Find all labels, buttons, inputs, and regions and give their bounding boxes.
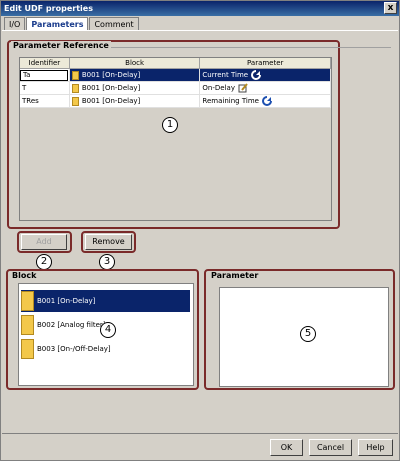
tab-io[interactable]: I/O [4, 17, 26, 30]
column-header[interactable]: Parameter [200, 58, 331, 68]
close-button[interactable]: x [384, 2, 397, 14]
identifier-input[interactable]: Ta [20, 69, 68, 81]
parameter-cell[interactable]: Remaining Time [200, 95, 331, 107]
callout-5: 5 [300, 326, 316, 342]
table-row[interactable]: Ta B001 [On-Delay] Current Time [20, 69, 331, 82]
list-item-label: B002 [Analog filter] [37, 321, 106, 329]
parameter-cell[interactable]: On-Delay [200, 82, 331, 94]
param-ref-label: Parameter Reference [11, 41, 111, 50]
table-header: Identifier Block Parameter [20, 58, 331, 69]
on-delay-block-icon [21, 291, 34, 311]
identifier-cell[interactable]: T [20, 82, 70, 94]
block-cell[interactable]: B001 [On-Delay] [69, 69, 201, 81]
footer-divider [2, 433, 398, 434]
block-icon [71, 70, 79, 80]
cancel-button[interactable]: Cancel [309, 439, 352, 456]
callout-3: 3 [99, 254, 115, 270]
list-item-label: B003 [On-/Off-Delay] [37, 345, 111, 353]
list-item[interactable]: B001 [On-Delay] [21, 290, 190, 312]
block-cell[interactable]: B001 [On-Delay] [70, 82, 201, 94]
parameter-text: Current Time [202, 71, 249, 79]
window-title: Edit UDF properties [4, 4, 93, 13]
parameter-group-label: Parameter [209, 271, 261, 280]
help-button[interactable]: Help [358, 439, 393, 456]
list-item-label: B001 [On-Delay] [37, 297, 96, 305]
callout-4: 4 [100, 322, 116, 338]
on-off-delay-block-icon [21, 339, 34, 359]
block-icon [71, 96, 79, 106]
column-header[interactable]: Identifier [20, 58, 70, 68]
parameter-text: On-Delay [202, 84, 235, 92]
ok-button[interactable]: OK [270, 439, 303, 456]
table-row[interactable]: T B001 [On-Delay] On-Delay [20, 82, 331, 95]
block-icon [71, 83, 79, 93]
tab-parameters[interactable]: Parameters [26, 17, 89, 31]
tab-strip: I/O Parameters Comment [4, 17, 140, 31]
callout-2: 2 [36, 254, 52, 270]
parameter-text: Remaining Time [202, 97, 259, 105]
edit-icon [238, 83, 248, 93]
parameter-cell[interactable]: Current Time [200, 69, 331, 81]
analog-filter-block-icon [21, 315, 34, 335]
block-text: B001 [On-Delay] [81, 84, 141, 92]
block-text: B001 [On-Delay] [81, 97, 141, 105]
block-cell[interactable]: B001 [On-Delay] [70, 95, 201, 107]
table-row[interactable]: TRes B001 [On-Delay] Remaining Time [20, 95, 331, 108]
block-text: B001 [On-Delay] [81, 71, 141, 79]
identifier-cell[interactable]: TRes [20, 95, 70, 107]
list-item[interactable]: B003 [On-/Off-Delay] [21, 338, 190, 360]
edit-udf-properties-dialog: Edit UDF properties x I/O Parameters Com… [0, 0, 400, 461]
tab-comment[interactable]: Comment [89, 17, 139, 30]
parameter-reference-table: Identifier Block Parameter Ta B001 [On-D… [19, 57, 332, 221]
refresh-icon [251, 70, 262, 80]
title-bar: Edit UDF properties x [1, 1, 399, 16]
add-button[interactable]: Add [21, 234, 67, 250]
callout-1: 1 [162, 117, 178, 133]
remove-button[interactable]: Remove [85, 234, 132, 250]
block-group-label: Block [10, 271, 39, 280]
identifier-cell[interactable]: Ta [20, 69, 70, 81]
column-header[interactable]: Block [70, 58, 201, 68]
refresh-icon [261, 96, 272, 106]
